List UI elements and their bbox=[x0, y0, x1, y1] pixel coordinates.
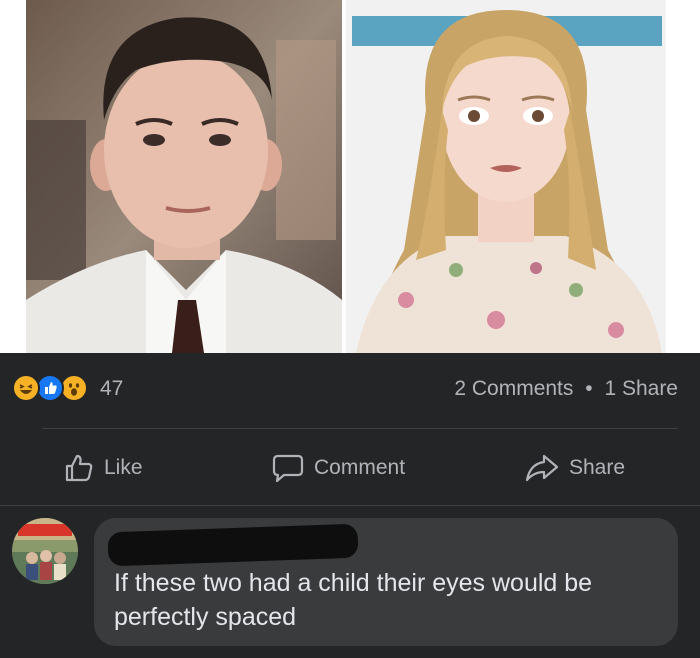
comment-label: Comment bbox=[314, 456, 406, 479]
like-label: Like bbox=[104, 456, 143, 479]
reaction-count[interactable]: 47 bbox=[100, 377, 123, 401]
like-reaction-icon bbox=[36, 374, 64, 402]
laugh-reaction-icon bbox=[12, 374, 40, 402]
share-label: Share bbox=[569, 456, 626, 479]
photo-man[interactable] bbox=[26, 0, 342, 353]
photo-woman[interactable] bbox=[346, 0, 666, 353]
shares-count-link[interactable]: 1 Share bbox=[604, 377, 678, 401]
divider bbox=[42, 428, 678, 429]
comments-count-link[interactable]: 2 Comments bbox=[454, 377, 573, 401]
share-button[interactable]: Share bbox=[525, 440, 625, 496]
comment-bubble-icon bbox=[272, 453, 304, 483]
commenter-avatar[interactable] bbox=[12, 518, 78, 584]
thumbs-up-icon bbox=[64, 453, 94, 483]
comment-text: If these two had a child their eyes woul… bbox=[114, 569, 593, 631]
post-image[interactable] bbox=[0, 0, 700, 353]
comment-button[interactable]: Comment bbox=[272, 440, 405, 496]
separator-dot: • bbox=[585, 377, 593, 400]
post-actions: Like Comment Share bbox=[0, 440, 700, 496]
share-arrow-icon bbox=[525, 453, 559, 483]
engagement-summary: 2 Comments • 1 Share bbox=[454, 377, 678, 401]
divider bbox=[0, 505, 700, 506]
like-button[interactable]: Like bbox=[64, 440, 143, 496]
wow-reaction-icon bbox=[60, 374, 88, 402]
